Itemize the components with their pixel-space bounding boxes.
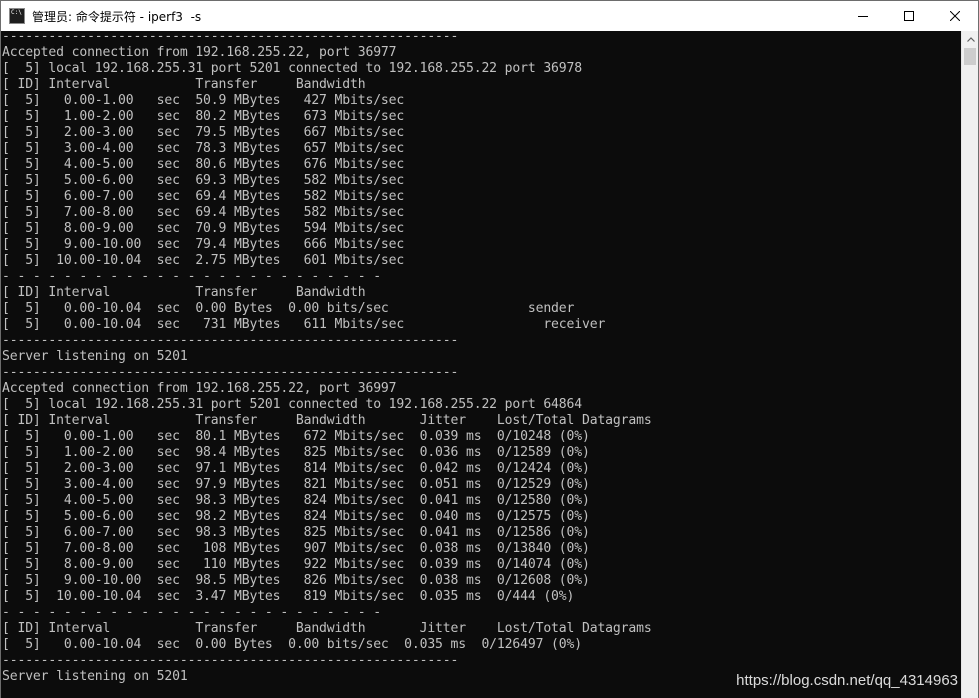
maximize-button[interactable]: [886, 1, 932, 31]
console-line: [ 5] local 192.168.255.31 port 5201 conn…: [2, 61, 582, 76]
console-line: [ 5] 10.00-10.04 sec 2.75 MBytes 601 Mbi…: [2, 253, 405, 268]
vertical-scrollbar[interactable]: [961, 31, 978, 698]
minimize-icon: [858, 16, 868, 17]
console-line: [ 5] 4.00-5.00 sec 98.3 MBytes 824 Mbits…: [2, 493, 590, 508]
console-line: [ 5] 6.00-7.00 sec 98.3 MBytes 825 Mbits…: [2, 525, 590, 540]
close-icon: [950, 11, 960, 21]
console-line: ----------------------------------------…: [2, 31, 459, 44]
console-line: [ 5] 0.00-1.00 sec 80.1 MBytes 672 Mbits…: [2, 429, 590, 444]
console-line: [ ID] Interval Transfer Bandwidth: [2, 285, 366, 300]
console-line: [ 5] 3.00-4.00 sec 78.3 MBytes 657 Mbits…: [2, 141, 405, 156]
console-line: [ 5] 2.00-3.00 sec 79.5 MBytes 667 Mbits…: [2, 125, 405, 140]
console-line: [ 5] 8.00-9.00 sec 70.9 MBytes 594 Mbits…: [2, 221, 405, 236]
console-line: Accepted connection from 192.168.255.22,…: [2, 381, 397, 396]
console-line: [ 5] local 192.168.255.31 port 5201 conn…: [2, 397, 582, 412]
console-line: Accepted connection from 192.168.255.22,…: [2, 45, 397, 60]
console-line: [ ID] Interval Transfer Bandwidth: [2, 77, 366, 92]
console-line: [ 5] 7.00-8.00 sec 69.4 MBytes 582 Mbits…: [2, 205, 405, 220]
console-line: [ 5] 9.00-10.00 sec 79.4 MBytes 666 Mbit…: [2, 237, 405, 252]
window-title: 管理员: 命令提示符 - iperf3 -s: [32, 9, 202, 24]
console-line: [ 5] 0.00-10.04 sec 731 MBytes 611 Mbits…: [2, 317, 606, 332]
console-line: Server listening on 5201: [2, 669, 188, 684]
console-line: - - - - - - - - - - - - - - - - - - - - …: [2, 605, 381, 620]
minimize-button[interactable]: [840, 1, 886, 31]
maximize-icon: [904, 11, 914, 21]
console-text: ----------------------------------------…: [1, 31, 962, 685]
chevron-up-icon: [966, 37, 975, 42]
console-output[interactable]: ----------------------------------------…: [1, 31, 962, 698]
console-line: ----------------------------------------…: [2, 365, 459, 380]
console-line: [ 5] 8.00-9.00 sec 110 MBytes 922 Mbits/…: [2, 557, 590, 572]
console-line: Server listening on 5201: [2, 349, 188, 364]
window-controls: [840, 1, 978, 31]
console-line: [ 5] 0.00-10.04 sec 0.00 Bytes 0.00 bits…: [2, 637, 582, 652]
console-line: [ 5] 3.00-4.00 sec 97.9 MBytes 821 Mbits…: [2, 477, 590, 492]
console-line: - - - - - - - - - - - - - - - - - - - - …: [2, 269, 381, 284]
console-line: [ ID] Interval Transfer Bandwidth Jitter…: [2, 413, 652, 428]
console-line: [ 5] 9.00-10.00 sec 98.5 MBytes 826 Mbit…: [2, 573, 590, 588]
scroll-up-button[interactable]: [962, 31, 979, 48]
watermark: https://blog.csdn.net/qq_4314963: [736, 672, 958, 689]
console-line: [ 5] 2.00-3.00 sec 97.1 MBytes 814 Mbits…: [2, 461, 590, 476]
console-line: [ 5] 0.00-1.00 sec 50.9 MBytes 427 Mbits…: [2, 93, 405, 108]
scroll-thumb[interactable]: [964, 48, 976, 65]
console-line: [ 5] 5.00-6.00 sec 69.3 MBytes 582 Mbits…: [2, 173, 405, 188]
console-line: ----------------------------------------…: [2, 333, 459, 348]
console-line: [ 5] 0.00-10.04 sec 0.00 Bytes 0.00 bits…: [2, 301, 575, 316]
console-line: [ 5] 10.00-10.04 sec 3.47 MBytes 819 Mbi…: [2, 589, 575, 604]
console-line: [ 5] 5.00-6.00 sec 98.2 MBytes 824 Mbits…: [2, 509, 590, 524]
console-line: [ 5] 4.00-5.00 sec 80.6 MBytes 676 Mbits…: [2, 157, 405, 172]
title-bar[interactable]: 管理员: 命令提示符 - iperf3 -s: [1, 1, 978, 31]
console-line: [ 5] 1.00-2.00 sec 80.2 MBytes 673 Mbits…: [2, 109, 405, 124]
console-line: [ 5] 6.00-7.00 sec 69.4 MBytes 582 Mbits…: [2, 189, 405, 204]
cmd-icon[interactable]: [9, 8, 25, 24]
console-window: 管理员: 命令提示符 - iperf3 -s -----------------…: [0, 0, 979, 698]
console-line: [ 5] 7.00-8.00 sec 108 MBytes 907 Mbits/…: [2, 541, 590, 556]
console-line: ----------------------------------------…: [2, 653, 459, 668]
console-line: [ 5] 1.00-2.00 sec 98.4 MBytes 825 Mbits…: [2, 445, 590, 460]
close-button[interactable]: [932, 1, 978, 31]
console-line: [ ID] Interval Transfer Bandwidth Jitter…: [2, 621, 652, 636]
